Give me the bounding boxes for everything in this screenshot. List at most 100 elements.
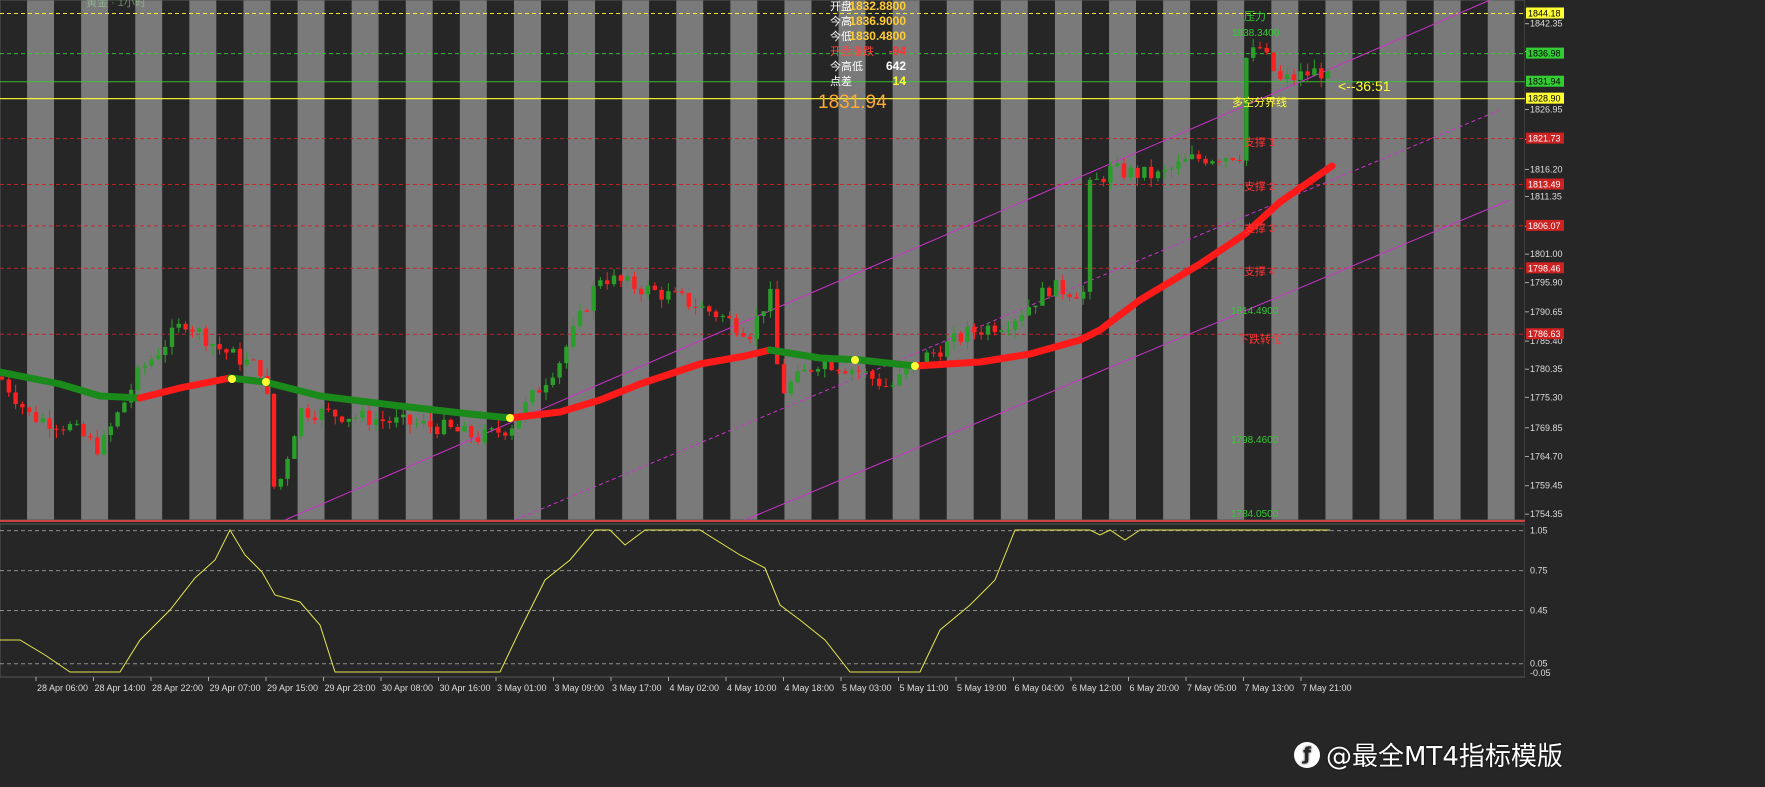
time-axis[interactable]: 28 Apr 06:00 28 Apr 14:00 28 Apr 22:00 29 A…: [35, 677, 1352, 693]
candle-body: [1026, 307, 1031, 316]
time-tick-label: 5 May 11:00: [900, 683, 949, 693]
candle-body: [632, 276, 637, 289]
time-tick-label: 4 May 10:00: [727, 683, 777, 693]
candle-body: [1271, 52, 1276, 71]
time-tick-label: 29 Apr 07:00: [210, 683, 261, 693]
price-badge-label: 1828.90: [1528, 94, 1561, 104]
candle-body: [972, 326, 977, 333]
session-band: [405, 0, 433, 520]
candle-body: [639, 288, 644, 295]
candle-body: [455, 426, 460, 432]
candle-body: [407, 414, 413, 425]
price-badge-label: 1798.46: [1528, 263, 1561, 273]
osc-band: [892, 524, 920, 677]
price-tick-label: 1801.00: [1530, 249, 1563, 259]
price-tick-label: 1826.95: [1530, 105, 1563, 115]
candle-body: [1006, 329, 1011, 331]
info-value: 1830.4800: [849, 29, 906, 43]
osc-band: [189, 524, 217, 677]
osc-band: [54, 524, 82, 677]
price-tick-label: 1775.30: [1530, 392, 1563, 402]
candle-body: [183, 323, 188, 330]
session-band: [1109, 0, 1137, 520]
candle-body: [319, 408, 324, 421]
candle-body: [1217, 161, 1222, 163]
ma-cross-dot: [911, 362, 919, 370]
osc-band: [1027, 524, 1055, 677]
top-left-caption: 黄金 · 1小时: [86, 0, 146, 9]
price-axis[interactable]: 1842.351837.351826.951821.601816.201811.…: [1525, 0, 1765, 787]
session-band: [973, 0, 1001, 520]
candle-body: [1081, 291, 1086, 299]
candle-body: [883, 385, 889, 387]
price-tick-label: 1764.70: [1530, 451, 1563, 461]
price-badge-label: 1786.63: [1528, 329, 1561, 339]
candle-body: [20, 404, 25, 408]
candle-body: [285, 458, 290, 479]
candle-body: [1285, 74, 1290, 79]
session-band: [1027, 0, 1055, 520]
candle-body: [1291, 74, 1297, 80]
osc-band: [216, 524, 244, 677]
support-label: 支撑 4: [1244, 264, 1275, 278]
candle-body: [135, 367, 141, 390]
candle-body: [333, 409, 338, 417]
osc-band: [973, 524, 1001, 677]
candle-body: [33, 412, 39, 422]
candle-body: [829, 360, 834, 371]
candle-body: [1305, 71, 1310, 76]
candle-body: [1094, 178, 1099, 180]
time-tick-label: 28 Apr 22:00: [152, 683, 203, 693]
session-band: [676, 0, 704, 520]
candle-body: [931, 352, 936, 354]
session-band: [1163, 0, 1191, 520]
candle-body: [217, 344, 222, 350]
candle-body: [761, 311, 766, 317]
mid-level-value: 1784.0500: [1231, 509, 1279, 520]
osc-band: [1325, 524, 1353, 677]
candle-body: [469, 426, 474, 438]
watermark: ƒ @最全MT4指标模版: [1294, 736, 1563, 773]
osc-band: [1000, 524, 1028, 677]
osc-band: [1379, 524, 1407, 677]
osc-band: [405, 524, 433, 677]
candle-body: [1223, 158, 1229, 162]
time-tick-label: 6 May 04:00: [1015, 683, 1065, 693]
candle-body: [441, 419, 447, 435]
session-band: [54, 0, 82, 520]
candle-body: [537, 390, 542, 393]
candle-body: [543, 385, 549, 393]
candle-body: [686, 293, 691, 307]
candle-body: [387, 421, 392, 423]
osc-band: [1054, 524, 1082, 677]
candle-body: [1060, 280, 1065, 295]
price-chart[interactable]: 压力 1838.3400 多空分界线支撑 1 支撑 2 支撑 3 支撑 4 1814.490…: [0, 0, 1765, 787]
candle-body: [679, 291, 685, 294]
candle-body: [101, 434, 107, 455]
candle-body: [822, 360, 827, 370]
candle-body: [877, 378, 882, 386]
candle-body: [67, 424, 73, 431]
candle-body: [550, 377, 555, 386]
price-badge-label: 1813.49: [1528, 180, 1561, 190]
candle-body: [591, 286, 596, 311]
candle-body: [1019, 315, 1025, 321]
candle-body: [815, 369, 821, 372]
session-band: [378, 0, 406, 520]
osc-band: [568, 524, 596, 677]
session-band: [1054, 0, 1082, 520]
session-band: [1082, 0, 1110, 520]
candle-body: [190, 329, 195, 332]
candle-body: [618, 275, 623, 281]
session-band: [1460, 0, 1488, 520]
time-tick-label: 29 Apr 23:00: [325, 683, 376, 693]
price-tick-label: 1759.45: [1530, 481, 1563, 491]
candle-body: [292, 436, 297, 459]
price-tick-label: 1816.20: [1530, 164, 1563, 174]
price-tick-label: 1795.90: [1530, 278, 1563, 288]
candle-body: [122, 402, 127, 413]
candle-body: [176, 323, 181, 328]
osc-band: [324, 524, 352, 677]
session-band: [243, 0, 271, 520]
price-badge-label: 1844.18: [1528, 8, 1561, 18]
